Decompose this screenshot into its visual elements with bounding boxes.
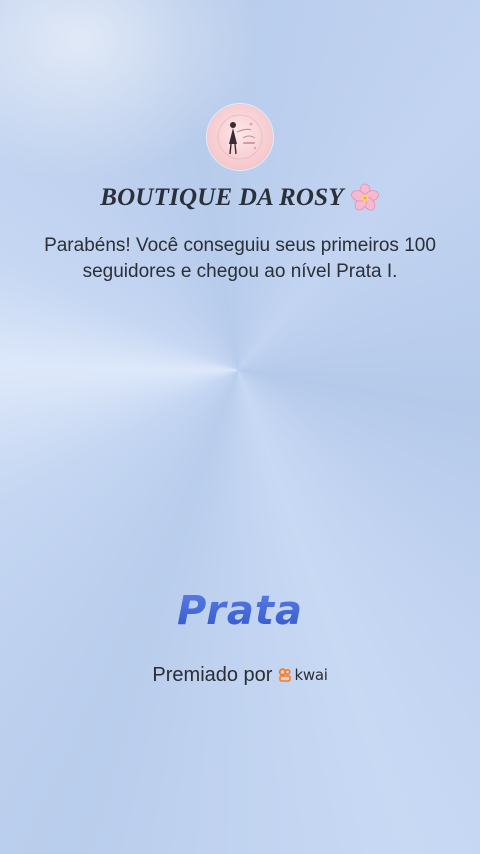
awarded-by-label: Premiado por xyxy=(152,663,273,686)
shop-avatar[interactable] xyxy=(207,104,273,170)
awarded-by-row: Premiado por kwai xyxy=(0,661,480,689)
congratulations-message: Parabéns! Você conseguiu seus primeiros … xyxy=(44,235,436,282)
shop-name: BOUTIQUE DA ROSY xyxy=(100,184,344,211)
cherry-blossom-icon xyxy=(350,183,380,213)
shop-title-row: BOUTIQUE DA ROSY xyxy=(0,178,480,218)
kwai-brand-text: kwai xyxy=(294,666,328,684)
level-name: Prata xyxy=(0,588,480,634)
kwai-logo: kwai xyxy=(278,666,328,684)
kwai-icon xyxy=(278,668,292,682)
